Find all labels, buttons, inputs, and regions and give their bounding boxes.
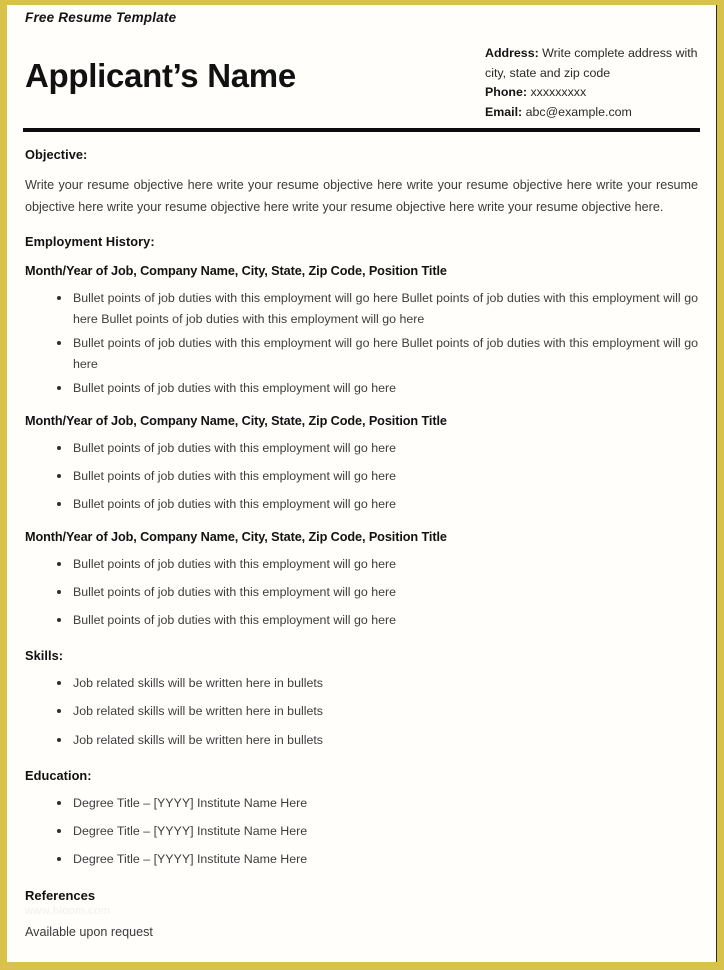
section-heading-education: Education: — [25, 767, 92, 783]
job-duties-list: Bullet points of job duties with this em… — [21, 288, 702, 399]
template-banner-title: Free Resume Template — [25, 10, 177, 25]
list-item: Bullet points of job duties with this em… — [57, 582, 698, 603]
contact-details: Address: Write complete address with cit… — [485, 44, 699, 122]
list-item: Job related skills will be written here … — [57, 673, 698, 694]
job-header-line: Month/Year of Job, Company Name, City, S… — [25, 530, 447, 545]
list-item: Degree Title – [YYYY] Institute Name Her… — [57, 849, 698, 870]
resume-page: Free Resume Template Applicant’s Name Ad… — [0, 0, 724, 970]
contact-email-value: abc@example.com — [522, 104, 632, 119]
job-header-line: Month/Year of Job, Company Name, City, S… — [25, 413, 447, 428]
list-item: Degree Title – [YYYY] Institute Name Her… — [57, 793, 698, 814]
list-item: Job related skills will be written here … — [57, 730, 698, 751]
list-item: Bullet points of job duties with this em… — [57, 288, 698, 330]
references-body-text: Available upon request — [25, 925, 153, 940]
section-heading-references: References — [25, 887, 96, 903]
contact-phone-line: Phone: xxxxxxxxx — [485, 83, 699, 103]
applicant-name: Applicant’s Name — [25, 57, 296, 95]
list-item: Bullet points of job duties with this em… — [57, 554, 698, 575]
job-header-line: Month/Year of Job, Company Name, City, S… — [25, 263, 447, 278]
education-list: Degree Title – [YYYY] Institute Name Her… — [21, 793, 702, 870]
header-divider-rule — [23, 128, 700, 133]
page-watermark: www.hloom.com — [25, 904, 111, 917]
contact-email-line: Email: abc@example.com — [485, 103, 699, 123]
resume-header: Applicant’s Name Address: Write complete… — [21, 44, 702, 122]
job-duties-list: Bullet points of job duties with this em… — [21, 554, 702, 631]
contact-phone-value: xxxxxxxxx — [527, 85, 587, 100]
section-heading-skills: Skills: — [25, 648, 64, 664]
objective-body-text: Write your resume objective here write y… — [25, 178, 698, 214]
list-item: Bullet points of job duties with this em… — [57, 610, 698, 631]
contact-email-label: Email: — [485, 104, 523, 119]
contact-address-label: Address: — [485, 46, 539, 61]
list-item: Job related skills will be written here … — [57, 701, 698, 722]
section-heading-employment-history: Employment History: — [25, 233, 155, 249]
list-item: Bullet points of job duties with this em… — [57, 494, 698, 515]
list-item: Bullet points of job duties with this em… — [57, 378, 698, 399]
list-item: Degree Title – [YYYY] Institute Name Her… — [57, 821, 698, 842]
list-item: Bullet points of job duties with this em… — [57, 438, 698, 459]
contact-address-line: Address: Write complete address with cit… — [485, 44, 699, 83]
list-item: Bullet points of job duties with this em… — [57, 466, 698, 487]
job-duties-list: Bullet points of job duties with this em… — [21, 438, 702, 515]
resume-page-inner: Free Resume Template Applicant’s Name Ad… — [7, 5, 717, 962]
skills-list: Job related skills will be written here … — [21, 673, 702, 750]
section-heading-objective: Objective: — [25, 147, 88, 163]
list-item: Bullet points of job duties with this em… — [57, 333, 698, 375]
contact-phone-label: Phone: — [485, 85, 527, 100]
